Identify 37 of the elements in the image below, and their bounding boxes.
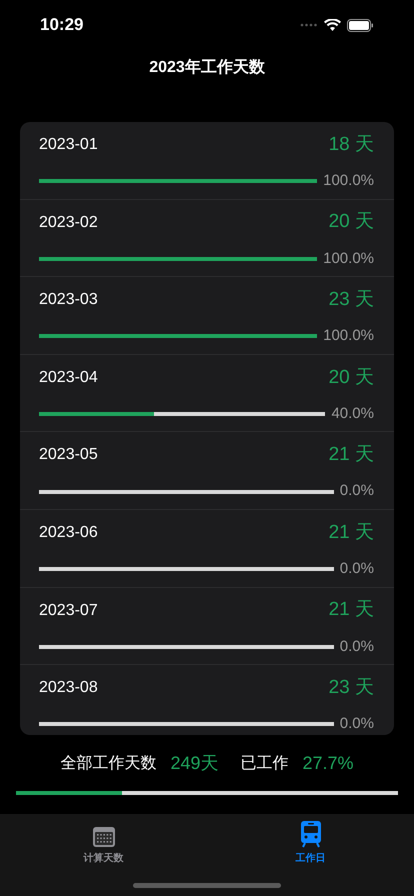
percent-label: 100.0% [323,171,374,191]
percent-label: 40.0% [331,404,374,424]
month-label: 2023-08 [39,678,98,698]
tab-item[interactable]: 计算天数 [0,820,207,866]
days-count: 18 天 [328,132,374,157]
days-count: 23 天 [328,288,374,312]
percent-label: 100.0% [323,248,374,269]
percent-label: 0.0% [340,481,374,502]
month-label: 2023-02 [39,212,98,233]
worked-value: 27.7% [302,752,354,775]
days-count: 20 天 [328,210,374,234]
status-time: 10:29 [40,14,84,36]
battery-icon [347,18,374,32]
days-count: 21 天 [328,443,374,468]
percent-label: 0.0% [340,714,374,734]
month-label: 2023-06 [39,522,98,543]
percent-label: 0.0% [340,558,374,579]
days-count: 20 天 [328,366,374,390]
month-label: 2023-07 [39,600,98,621]
wifi-icon [324,19,341,31]
month-label: 2023-03 [39,290,98,310]
worked-label: 已工作 [240,754,288,774]
page-title: 2023年工作天数 [149,58,265,78]
signal-icon [300,23,318,27]
total-label: 全部工作天数 [60,754,156,774]
total-value: 249天 [170,752,218,775]
month-label: 2023-01 [39,135,98,155]
days-count: 23 天 [328,676,374,700]
month-label: 2023-05 [39,445,98,466]
days-count: 21 天 [328,598,374,622]
train-icon [300,820,322,848]
tab-item[interactable]: 工作日 [207,820,414,866]
month-label: 2023-04 [39,368,98,388]
days-count: 21 天 [328,520,374,545]
percent-label: 100.0% [323,326,374,346]
percent-label: 0.0% [340,636,374,657]
calendar-icon [92,826,116,848]
